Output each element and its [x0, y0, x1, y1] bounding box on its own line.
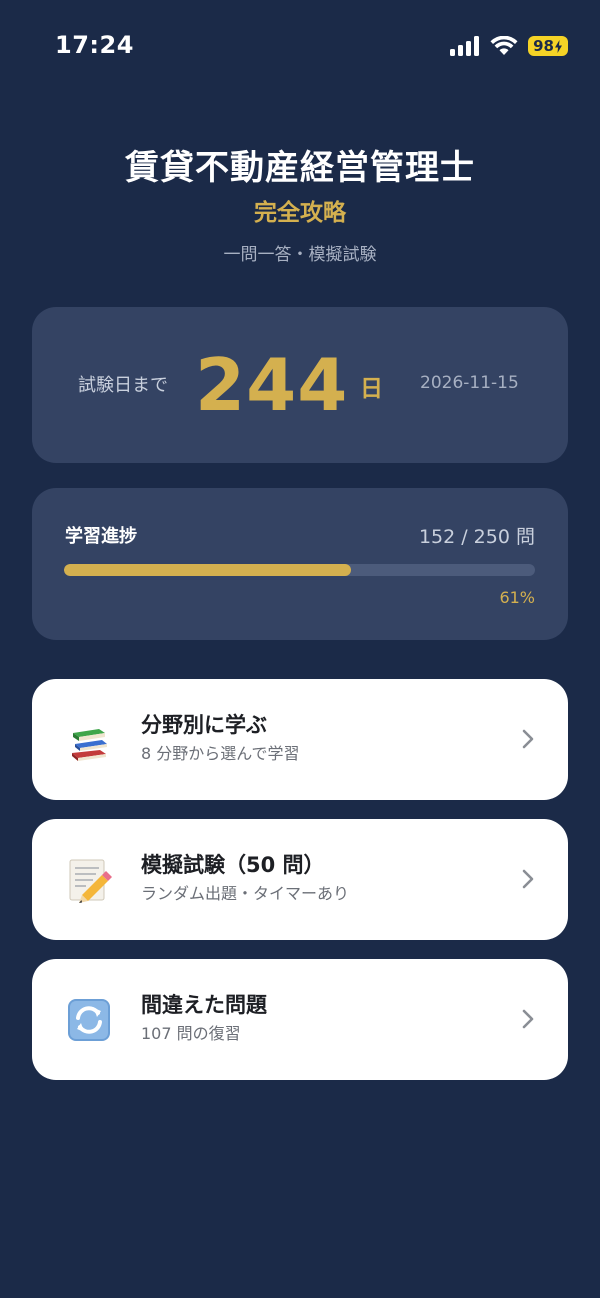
charging-icon: [555, 39, 562, 53]
progress-label: 学習進捗: [65, 526, 137, 547]
app-tagline: 一問一答・模擬試験: [223, 245, 377, 265]
signal-icon: [450, 36, 480, 56]
review-mistakes-text: 間違えた問題 107 問の復習: [141, 989, 267, 1046]
progress-bar-fill: [64, 564, 352, 576]
exam-countdown-card: 試験日まで 244 日 2026-11-15: [32, 307, 568, 463]
review-mistakes-desc: 107 問の復習: [141, 1024, 241, 1043]
mock-exam-desc: ランダム出題・タイマーあり: [141, 884, 350, 903]
study-by-field-text: 分野別に学ぶ 8 分野から選んで学習: [141, 709, 299, 766]
wifi-icon: [490, 36, 518, 55]
progress-bar: [64, 564, 535, 576]
progress-percent: 61%: [499, 588, 535, 607]
app-title: 賃貸不動産経営管理士: [125, 148, 475, 188]
study-progress-card: 学習進捗 152 / 250 問 61%: [32, 488, 568, 640]
exam-date: 2026-11-15: [420, 373, 519, 393]
countdown-label: 試験日まで: [78, 375, 168, 396]
chevron-right-icon: [522, 869, 534, 889]
books-icon: [72, 729, 107, 761]
study-by-field-desc: 8 分野から選んで学習: [141, 744, 300, 763]
status-time: 17:24: [55, 31, 134, 59]
chevron-right-icon: [522, 1009, 534, 1029]
progress-count: 152 / 250 問: [418, 526, 535, 548]
memo-pencil-icon: [69, 859, 112, 903]
refresh-icon: [68, 999, 110, 1041]
battery-level: 98: [533, 37, 554, 55]
countdown-unit: 日: [360, 376, 383, 402]
review-mistakes-title: 間違えた問題: [141, 993, 267, 1017]
countdown-days: 244: [195, 343, 349, 427]
status-bar: 17:24 98: [0, 0, 600, 96]
mock-exam-title: 模擬試験（50 問）: [141, 853, 325, 877]
app-subtitle: 完全攻略: [254, 200, 346, 226]
study-by-field-title: 分野別に学ぶ: [141, 713, 267, 737]
chevron-right-icon: [522, 729, 534, 749]
status-icons: 98: [450, 36, 568, 56]
mock-exam-text: 模擬試験（50 問） ランダム出題・タイマーあり: [141, 849, 349, 906]
battery-indicator: 98: [528, 36, 568, 56]
mock-exam-button[interactable]: 模擬試験（50 問） ランダム出題・タイマーあり: [32, 819, 568, 940]
study-by-field-button[interactable]: 分野別に学ぶ 8 分野から選んで学習: [32, 679, 568, 800]
review-mistakes-button[interactable]: 間違えた問題 107 問の復習: [32, 959, 568, 1080]
app-header: 賃貸不動産経営管理士 完全攻略 一問一答・模擬試験: [0, 140, 600, 268]
